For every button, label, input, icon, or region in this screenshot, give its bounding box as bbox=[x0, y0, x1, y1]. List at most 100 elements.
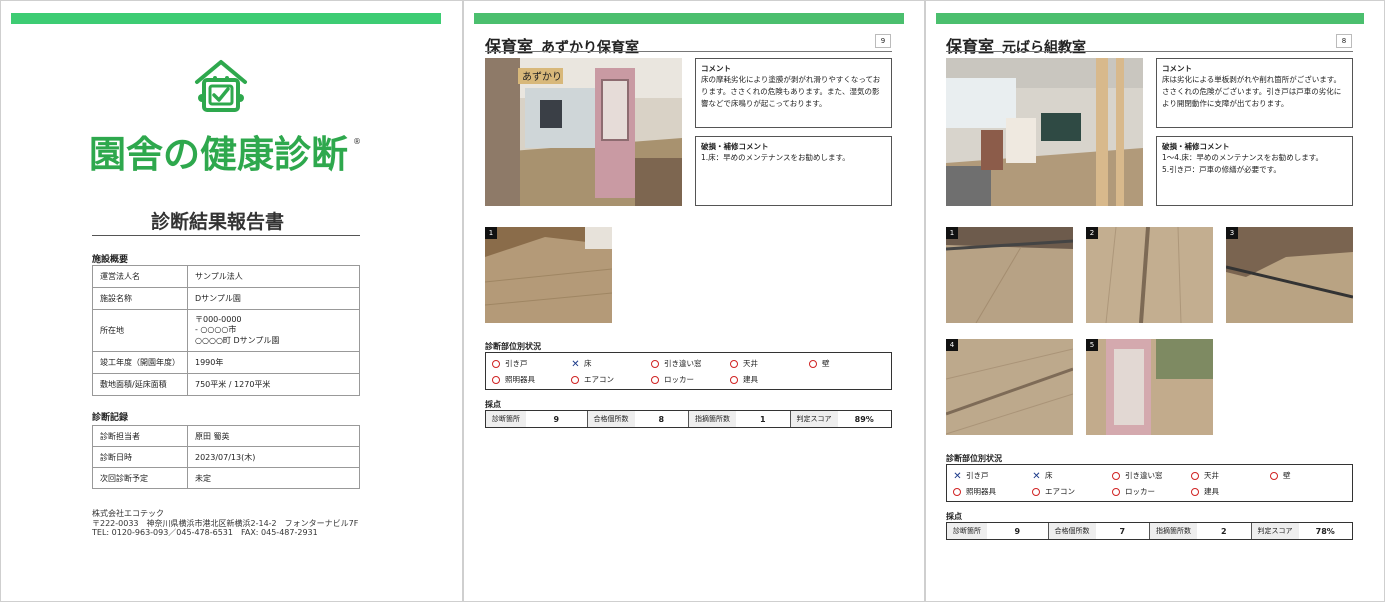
status-item: ロッカー bbox=[1112, 487, 1155, 497]
header-bar bbox=[936, 13, 1364, 24]
circle-ok-icon bbox=[492, 376, 500, 384]
detail-photo: 3 bbox=[1226, 227, 1353, 323]
status-title: 診断部位別状況 bbox=[946, 454, 1002, 463]
title-divider bbox=[946, 51, 1353, 52]
comment-box: コメント 床は劣化による単板剥がれや削れ箇所がございます。ささくれの危険がござい… bbox=[1156, 58, 1353, 128]
title-divider bbox=[92, 235, 360, 236]
photo-tag: 2 bbox=[1086, 227, 1098, 239]
table-row: 竣工年度（開園年度） 1990年 bbox=[92, 351, 360, 374]
status-item: 建具 bbox=[1191, 487, 1219, 497]
x-defect-icon: ✕ bbox=[953, 470, 962, 482]
circle-ok-icon bbox=[492, 360, 500, 368]
status-item: 引き戸 bbox=[492, 359, 528, 369]
circle-ok-icon bbox=[809, 360, 817, 368]
room-main-photo: あずかり bbox=[485, 58, 682, 206]
detail-photo: 1 bbox=[946, 227, 1073, 323]
circle-ok-icon bbox=[1032, 488, 1040, 496]
header-bar bbox=[474, 13, 904, 24]
door-sign-text: あずかり bbox=[522, 71, 562, 83]
score-cell: 指摘箇所数 2 bbox=[1150, 523, 1252, 539]
score-box: 診断箇所 9 合格個所数 7 指摘箇所数 2 判定スコア 78% bbox=[946, 522, 1353, 540]
score-box: 診断箇所 9 合格個所数 8 指摘箇所数 1 判定スコア 89% bbox=[485, 410, 892, 428]
score-cell: 診断箇所 9 bbox=[486, 411, 588, 427]
score-cell: 判定スコア 78% bbox=[1251, 523, 1353, 539]
score-title: 採点 bbox=[946, 512, 962, 521]
table-row: 施設名称 Dサンプル園 bbox=[92, 287, 360, 310]
circle-ok-icon bbox=[730, 376, 738, 384]
circle-ok-icon bbox=[1112, 488, 1120, 496]
status-item: ✕ 床 bbox=[571, 358, 592, 370]
status-item: 壁 bbox=[809, 359, 830, 369]
page-number: 8 bbox=[1336, 34, 1352, 48]
status-item: ✕ 引き戸 bbox=[953, 470, 989, 482]
status-item: 照明器具 bbox=[492, 375, 535, 385]
table-row: 敷地面積/延床面積 750平米 / 1270平米 bbox=[92, 373, 360, 396]
detail-photo: 4 bbox=[946, 339, 1073, 435]
table-row: 診断担当者 原田 蜀英 bbox=[92, 425, 360, 447]
facility-table: 運営法人名 サンプル法人 施設名称 Dサンプル園 所在地 〒000-0000- ○○○… bbox=[92, 265, 360, 396]
circle-ok-icon bbox=[1270, 472, 1278, 480]
status-box: ✕ 引き戸 ✕ 床 引き違い窓 天井 壁 照明器具 エアコン ロッカー 建具 bbox=[946, 464, 1353, 502]
table-row: 診断日時 2023/07/13(木) bbox=[92, 446, 360, 468]
score-title: 採点 bbox=[485, 400, 501, 409]
detail-photo: 2 bbox=[1086, 227, 1213, 323]
table-row: 次回診断予定 未定 bbox=[92, 467, 360, 489]
circle-ok-icon bbox=[571, 376, 579, 384]
detail-photo: 1 bbox=[485, 227, 612, 323]
photo-tag: 1 bbox=[485, 227, 497, 239]
status-item: 壁 bbox=[1270, 471, 1291, 481]
brand-logo-text: 園舎の健康診断 bbox=[89, 133, 348, 176]
status-item: エアコン bbox=[571, 375, 614, 385]
status-item: 建具 bbox=[730, 375, 758, 385]
status-item: エアコン bbox=[1032, 487, 1075, 497]
room-title: 保育室 あずかり保育室 bbox=[485, 37, 640, 56]
comment-box: コメント 床の摩耗劣化により塗膜が剥がれ滑りやすくなっております。ささくれの危険… bbox=[695, 58, 892, 128]
status-item: 引き違い窓 bbox=[651, 359, 702, 369]
record-section-title: 診断記録 bbox=[92, 413, 129, 423]
header-bar bbox=[11, 13, 441, 24]
house-clipboard-logo-icon bbox=[191, 56, 251, 116]
status-item: 天井 bbox=[730, 359, 758, 369]
score-cell: 判定スコア 89% bbox=[790, 411, 892, 427]
report-title: 診断結果報告書 bbox=[151, 211, 285, 233]
detail-photo: 5 bbox=[1086, 339, 1213, 435]
table-row: 所在地 〒000-0000- ○○○○市 ○○○○町 Dサンプル園 bbox=[92, 309, 360, 352]
score-cell: 指摘箇所数 1 bbox=[689, 411, 791, 427]
report-page-barag gumi: 保育室 元ばら組教室 8 コメント 床は劣化による単板剥がれや削れ箇所がございます… bbox=[925, 0, 1385, 602]
status-box: 引き戸 ✕ 床 引き違い窓 天井 壁 照明器具 エアコン ロッカー 建具 bbox=[485, 352, 892, 390]
circle-ok-icon bbox=[651, 360, 659, 368]
circle-ok-icon bbox=[1191, 488, 1199, 496]
record-table: 診断担当者 原田 蜀英 診断日時 2023/07/13(木) 次回診断予定 未定 bbox=[92, 425, 360, 489]
status-title: 診断部位別状況 bbox=[485, 342, 541, 351]
photo-tag: 4 bbox=[946, 339, 958, 351]
table-row: 運営法人名 サンプル法人 bbox=[92, 265, 360, 288]
registered-mark: ® bbox=[353, 137, 361, 146]
circle-ok-icon bbox=[953, 488, 961, 496]
company-info: 株式会社エコテック 〒222-0033 神奈川県横浜市港北区新横浜2-14-2 … bbox=[92, 509, 359, 537]
x-defect-icon: ✕ bbox=[571, 358, 580, 370]
repair-comment-box: 破損・補修コメント 1.床：早めのメンテナンスをお勧めします。 bbox=[695, 136, 892, 206]
status-item: 引き違い窓 bbox=[1112, 471, 1163, 481]
photo-tag: 5 bbox=[1086, 339, 1098, 351]
score-cell: 合格個所数 8 bbox=[587, 411, 689, 427]
page-number: 9 bbox=[875, 34, 891, 48]
circle-ok-icon bbox=[1191, 472, 1199, 480]
score-cell: 合格個所数 7 bbox=[1048, 523, 1150, 539]
photo-tag: 3 bbox=[1226, 227, 1238, 239]
report-page-azukari: 保育室 あずかり保育室 9 あずかり コメント 床の摩耗劣化により塗膜が剥がれ滑り… bbox=[463, 0, 925, 602]
room-main-photo bbox=[946, 58, 1143, 206]
status-item: 天井 bbox=[1191, 471, 1219, 481]
repair-comment-box: 破損・補修コメント 1〜4.床：早めのメンテナンスをお勧めします。 5.引き戸：… bbox=[1156, 136, 1353, 206]
title-divider bbox=[485, 51, 892, 52]
facility-section-title: 施設概要 bbox=[92, 255, 129, 265]
circle-ok-icon bbox=[651, 376, 659, 384]
status-item: 照明器具 bbox=[953, 487, 996, 497]
status-item: ロッカー bbox=[651, 375, 694, 385]
circle-ok-icon bbox=[730, 360, 738, 368]
room-title: 保育室 元ばら組教室 bbox=[946, 37, 1087, 56]
photo-tag: 1 bbox=[946, 227, 958, 239]
cover-page: 園舎の健康診断 ® 診断結果報告書 施設概要 運営法人名 サンプル法人 施設名称 D… bbox=[0, 0, 463, 602]
x-defect-icon: ✕ bbox=[1032, 470, 1041, 482]
score-cell: 診断箇所 9 bbox=[947, 523, 1049, 539]
status-item: ✕ 床 bbox=[1032, 470, 1053, 482]
